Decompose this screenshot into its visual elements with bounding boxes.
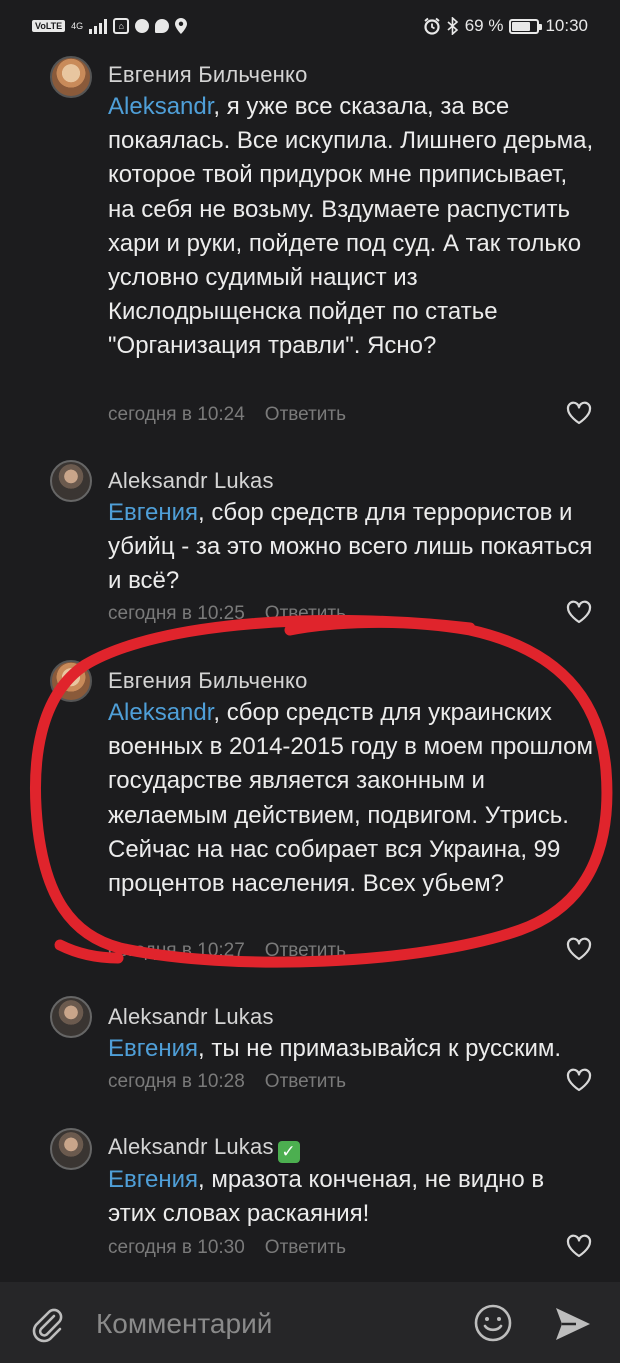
network-gen-label: 4G (71, 21, 84, 31)
signal-icon (89, 18, 108, 34)
bluetooth-icon (447, 17, 458, 35)
status-bar-right: 69 % 10:30 (423, 16, 588, 36)
comment-composer (0, 1282, 620, 1363)
status-bar-left: VoLTE 4G ⌂ (32, 18, 188, 34)
heart-icon[interactable] (566, 937, 592, 961)
emoji-smile-icon[interactable] (472, 1302, 514, 1344)
lock-app-icon: ⌂ (113, 18, 130, 34)
avatar[interactable] (50, 1128, 92, 1170)
comment-author[interactable]: Евгения Бильченко (108, 62, 308, 88)
comment-time: сегодня в 10:30 (108, 1237, 245, 1258)
verified-check-icon: ✓ (277, 1141, 300, 1163)
comment-author[interactable]: Евгения Бильченко (108, 668, 308, 694)
comment-author: Aleksandr Lukas ✓ (108, 1134, 300, 1163)
reply-button[interactable]: Ответить (265, 404, 346, 425)
comment-text: Евгения, сбор средств для террористов и … (108, 496, 598, 599)
reply-button[interactable]: Ответить (265, 1237, 346, 1258)
battery-percent: 69 % (464, 16, 504, 35)
battery-level (512, 21, 531, 31)
battery-icon (509, 18, 543, 34)
comment-text: Евгения, ты не примазывайся к русским. (108, 1032, 608, 1066)
comment-mention[interactable]: Евгения (108, 1166, 198, 1193)
heart-icon[interactable] (566, 600, 592, 624)
comment-meta: сегодня в 10:27 Ответить (108, 940, 346, 962)
avatar[interactable] (50, 460, 92, 502)
comment-time: сегодня в 10:27 (108, 940, 245, 961)
comment-text: Aleksandr, я уже все сказала, за все пок… (108, 90, 598, 364)
volte-badge: VoLTE (32, 20, 66, 32)
comment-meta: сегодня в 10:30 Ответить (108, 1237, 346, 1259)
reply-button[interactable]: Ответить (265, 940, 346, 961)
comment-body-text: , ты не примазывайся к русским. (198, 1035, 562, 1062)
send-icon[interactable] (552, 1304, 594, 1344)
comment-mention[interactable]: Aleksandr (108, 699, 213, 726)
comment-time: сегодня в 10:28 (108, 1071, 245, 1092)
heart-icon[interactable] (566, 1234, 592, 1258)
comment-author[interactable]: Aleksandr Lukas (108, 468, 274, 494)
heart-icon[interactable] (566, 401, 592, 425)
comment-body-text: , сбор средств для украинских военных в … (108, 699, 594, 898)
comment-mention[interactable]: Aleksandr (108, 93, 213, 120)
comment-mention[interactable]: Евгения (108, 499, 198, 526)
comment-body-text: , я уже все сказала, за все покаялась. В… (108, 93, 594, 360)
comment-mention[interactable]: Евгения (108, 1035, 198, 1062)
clock: 10:30 (545, 16, 588, 35)
shield-icon (135, 19, 150, 33)
heart-icon[interactable] (566, 1068, 592, 1092)
avatar[interactable] (50, 56, 92, 98)
comment-meta: сегодня в 10:28 Ответить (108, 1071, 346, 1093)
location-icon (175, 18, 188, 34)
reply-button[interactable]: Ответить (265, 1071, 346, 1092)
chat-bubble-icon (155, 19, 170, 33)
comment-input[interactable] (96, 1304, 456, 1344)
comment-author[interactable]: Aleksandr Lukas (108, 1004, 274, 1030)
comment-text: Aleksandr, сбор средств для украинских в… (108, 696, 598, 901)
reply-button[interactable]: Ответить (265, 603, 346, 624)
avatar[interactable] (50, 996, 92, 1038)
comment-author-name[interactable]: Aleksandr Lukas (108, 1134, 274, 1159)
comment-time: сегодня в 10:24 (108, 404, 245, 425)
alarm-icon (424, 17, 440, 35)
comment-meta: сегодня в 10:24 Ответить (108, 404, 346, 426)
comment-meta: сегодня в 10:25 Ответить (108, 603, 346, 625)
comment-time: сегодня в 10:25 (108, 603, 245, 624)
avatar[interactable] (50, 660, 92, 702)
attach-paperclip-icon[interactable] (28, 1304, 68, 1344)
status-bar: VoLTE 4G ⌂ 69 % 10:30 (0, 0, 620, 56)
comment-text: Евгения, мразота конченая, не видно в эт… (108, 1163, 598, 1231)
